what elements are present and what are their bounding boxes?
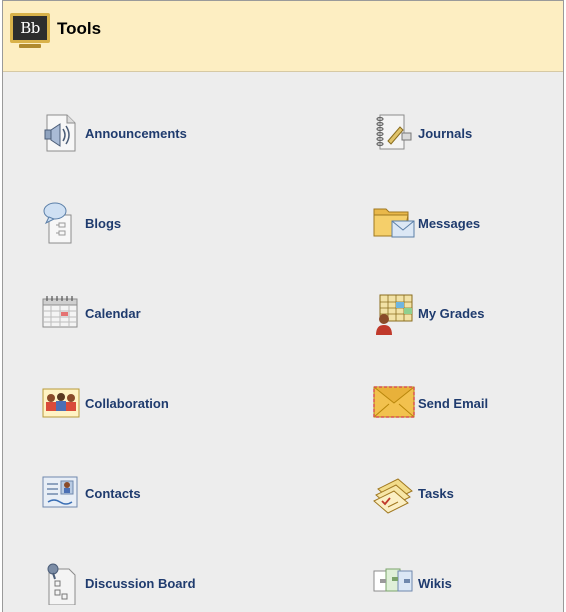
tool-send-email[interactable]: Send Email — [372, 381, 488, 425]
tool-discussion-board[interactable]: Discussion Board — [39, 561, 196, 605]
tool-label: My Grades — [418, 305, 485, 321]
tool-wikis[interactable]: Wikis — [372, 561, 452, 605]
blog-icon — [43, 202, 72, 244]
speaker-document-icon — [44, 114, 76, 152]
tool-label: Send Email — [418, 395, 489, 411]
tools-panel: Bb Tools Announcements Blogs Calendar Co… — [2, 0, 564, 612]
folder-envelope-icon — [373, 208, 415, 238]
tool-my-grades[interactable]: My Grades — [372, 291, 484, 335]
tool-collaboration[interactable]: Collaboration — [39, 381, 169, 425]
tool-journals[interactable]: Journals — [372, 111, 472, 155]
tasks-icon — [373, 478, 413, 514]
calendar-icon — [42, 296, 78, 328]
tool-label: Announcements — [85, 125, 187, 141]
envelope-icon — [373, 386, 415, 418]
discussion-board-icon — [47, 563, 76, 605]
tool-label: Calendar — [85, 305, 141, 321]
wiki-pages-icon — [373, 568, 413, 592]
tool-messages[interactable]: Messages — [372, 201, 480, 245]
tool-label: Journals — [418, 125, 473, 141]
tool-tasks[interactable]: Tasks — [372, 471, 454, 515]
contact-card-icon — [42, 476, 78, 508]
tool-label: Wikis — [418, 575, 452, 591]
tools-header: Bb Tools — [3, 1, 563, 72]
tool-calendar[interactable]: Calendar — [39, 291, 141, 335]
logo-text: Bb — [20, 19, 40, 37]
panel-title: Tools — [57, 19, 102, 38]
tool-contacts[interactable]: Contacts — [39, 471, 141, 515]
tool-label: Blogs — [85, 215, 122, 231]
tool-label: Messages — [418, 215, 481, 231]
tool-label: Collaboration — [85, 395, 169, 411]
collaboration-icon — [42, 388, 80, 418]
tool-label: Contacts — [85, 485, 141, 501]
tool-blogs[interactable]: Blogs — [39, 201, 121, 245]
blackboard-logo: Bb — [10, 13, 50, 48]
tool-label: Tasks — [418, 485, 454, 501]
grades-icon — [376, 294, 413, 335]
tool-label: Discussion Board — [85, 575, 196, 591]
journal-icon — [376, 114, 412, 150]
tool-announcements[interactable]: Announcements — [39, 111, 187, 155]
